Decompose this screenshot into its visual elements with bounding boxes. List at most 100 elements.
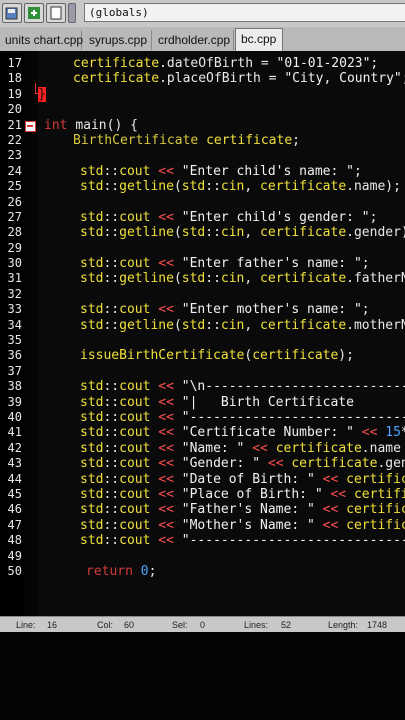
- code-text: std::cout << "--------------------------…: [80, 533, 405, 549]
- code-line[interactable]: 20: [0, 102, 405, 117]
- code-line[interactable]: 25 std::getline(std::cin, certificate.nam…: [0, 179, 405, 194]
- line-number: 32: [7, 286, 22, 301]
- code-line[interactable]: 44 std::cout << "Date of Birth: " << cert…: [0, 472, 405, 487]
- code-line[interactable]: 18 certificate.placeOfBirth = "City, Coun…: [0, 71, 405, 86]
- tab-syrups[interactable]: syrups.cpp: [84, 30, 152, 50]
- status-length-value: 1748: [367, 620, 388, 630]
- line-number: 17: [7, 56, 22, 70]
- line-number: 33: [7, 302, 22, 317]
- line-number: 23: [7, 148, 22, 163]
- line-number: 45: [7, 486, 22, 501]
- code-line[interactable]: 42 std::cout << "Name: " << certificate.n…: [0, 441, 405, 456]
- line-number: 30: [7, 256, 22, 271]
- code-text: int main() {: [44, 117, 138, 133]
- code-line[interactable]: 49: [0, 549, 405, 564]
- code-line[interactable]: 39 std::cout << "| Birth Certificate |": [0, 395, 405, 410]
- line-number: 40: [7, 409, 22, 424]
- code-text: std::cout << "Mother's Name: " << certif…: [80, 517, 405, 533]
- status-sel-value: 0: [200, 620, 206, 630]
- code-line[interactable]: 22 BirthCertificate certificate;: [0, 133, 405, 148]
- line-number: 26: [7, 194, 22, 209]
- code-line[interactable]: 37: [0, 364, 405, 379]
- code-line[interactable]: 30 std::cout << "Enter father's name: ";: [0, 256, 405, 271]
- code-text: std::cout << "Gender: " << certificate.g…: [80, 456, 405, 472]
- status-length-label: Length:: [328, 620, 359, 630]
- code-line[interactable]: 17 certificate.dateOfBirth = "01-01-2023"…: [0, 56, 405, 71]
- line-number: 36: [7, 348, 22, 363]
- code-line[interactable]: 34 std::getline(std::cin, certificate.mot…: [0, 318, 405, 333]
- code-line[interactable]: 21 int main() {: [0, 118, 405, 133]
- line-number: 38: [7, 379, 22, 394]
- status-line-label: Line:: [16, 620, 36, 630]
- tab-bc[interactable]: bc.cpp: [235, 28, 283, 51]
- code-text: certificate.dateOfBirth = "01-01-2023";: [73, 56, 379, 71]
- fold-toggle-icon[interactable]: [25, 120, 36, 132]
- line-number: 19: [7, 86, 22, 101]
- code-text: std::cout << "--------------------------…: [80, 409, 405, 425]
- file-tabs: units chart.cpp syrups.cpp crdholder.cpp…: [0, 27, 405, 52]
- code-text: std::cout << "Certificate Number: " << 1…: [80, 425, 405, 441]
- line-number: 25: [7, 179, 22, 194]
- code-text: std::cout << "Name: " << certificate.nam…: [80, 440, 401, 456]
- code-editor[interactable]: 17 certificate.dateOfBirth = "01-01-2023"…: [0, 51, 405, 616]
- code-line[interactable]: 23: [0, 148, 405, 163]
- line-number: 28: [7, 225, 22, 240]
- save-all-icon-svg: [5, 7, 18, 20]
- code-line[interactable]: 36 issueBirthCertificate(certificate);: [0, 348, 405, 363]
- code-line[interactable]: 33 std::cout << "Enter mother's name: ";: [0, 302, 405, 317]
- code-line[interactable]: 41 std::cout << "Certificate Number: " <<…: [0, 425, 405, 440]
- code-text: std::cout << "Date of Birth: " << certif…: [80, 471, 405, 487]
- line-number: 20: [7, 102, 22, 117]
- code-line[interactable]: 24 std::cout << "Enter child's name: ";: [0, 164, 405, 179]
- code-line[interactable]: 32: [0, 287, 405, 302]
- close-file-icon-svg: [50, 6, 62, 20]
- code-line[interactable]: 29: [0, 241, 405, 256]
- close-file-icon[interactable]: [46, 3, 66, 23]
- line-number: 34: [7, 317, 22, 332]
- tab-crdholder[interactable]: crdholder.cpp: [153, 30, 234, 50]
- code-text: std::cout << "Enter father's name: ";: [80, 256, 370, 272]
- code-line[interactable]: 28 std::getline(std::cin, certificate.gen…: [0, 225, 405, 240]
- code-line[interactable]: 48 std::cout << "------------------------…: [0, 533, 405, 548]
- line-number: 47: [7, 517, 22, 532]
- code-line[interactable]: 35: [0, 333, 405, 348]
- code-line[interactable]: 26: [0, 195, 405, 210]
- scope-dropdown[interactable]: (globals): [84, 3, 405, 22]
- code-text: issueBirthCertificate(certificate);: [80, 348, 354, 364]
- ide-window: (globals) units chart.cpp syrups.cpp crd…: [0, 0, 405, 632]
- line-number: 44: [7, 471, 22, 486]
- code-line[interactable]: 47 std::cout << "Mother's Name: " << cert…: [0, 518, 405, 533]
- code-text: std::cout << "| Birth Certificate |": [80, 394, 354, 410]
- line-number: 27: [7, 209, 22, 224]
- code-text: std::cout << "Enter child's name: ";: [80, 163, 362, 179]
- code-line[interactable]: 45 std::cout << "Place of Birth: " << cer…: [0, 487, 405, 502]
- code-text: std::cout << "Place of Birth: " << certi…: [80, 486, 405, 502]
- code-text: std::cout << "\n------------------------…: [80, 379, 405, 395]
- code-text: std::getline(std::cin, certificate.fathe…: [80, 271, 405, 287]
- code-line[interactable]: 27 std::cout << "Enter child's gender: ";: [0, 210, 405, 225]
- add-file-icon[interactable]: [24, 3, 44, 23]
- status-col-value: 60: [124, 620, 135, 630]
- code-line[interactable]: 46 std::cout << "Father's Name: " << cert…: [0, 502, 405, 517]
- code-line[interactable]: 43 std::cout << "Gender: " << certificate…: [0, 456, 405, 471]
- code-line[interactable]: 50 return 0;: [0, 564, 405, 579]
- tab-units-chart[interactable]: units chart.cpp: [0, 30, 83, 50]
- code-line[interactable]: 38 std::cout << "\n----------------------…: [0, 379, 405, 394]
- line-number: 31: [7, 271, 22, 286]
- code-text: std::getline(std::cin, certificate.gende…: [80, 225, 405, 241]
- code-line[interactable]: 40 std::cout << "------------------------…: [0, 410, 405, 425]
- separator-icon: [68, 3, 76, 23]
- status-line-value: 16: [47, 620, 58, 630]
- toolbar: (globals): [0, 0, 405, 28]
- line-number: 21: [7, 117, 22, 132]
- line-number: 41: [7, 425, 22, 440]
- line-number: 39: [7, 394, 22, 409]
- code-text: BirthCertificate certificate;: [73, 132, 300, 148]
- code-text: return 0;: [86, 563, 157, 579]
- status-bar: Line: 16 Col: 60 Sel: 0 Lines: 52 Length…: [0, 616, 405, 632]
- code-line[interactable]: 19}: [0, 82, 405, 102]
- code-text: }: [38, 86, 46, 102]
- code-line[interactable]: 31 std::getline(std::cin, certificate.fat…: [0, 271, 405, 286]
- line-number: 50: [7, 563, 22, 578]
- save-all-icon[interactable]: [2, 3, 22, 23]
